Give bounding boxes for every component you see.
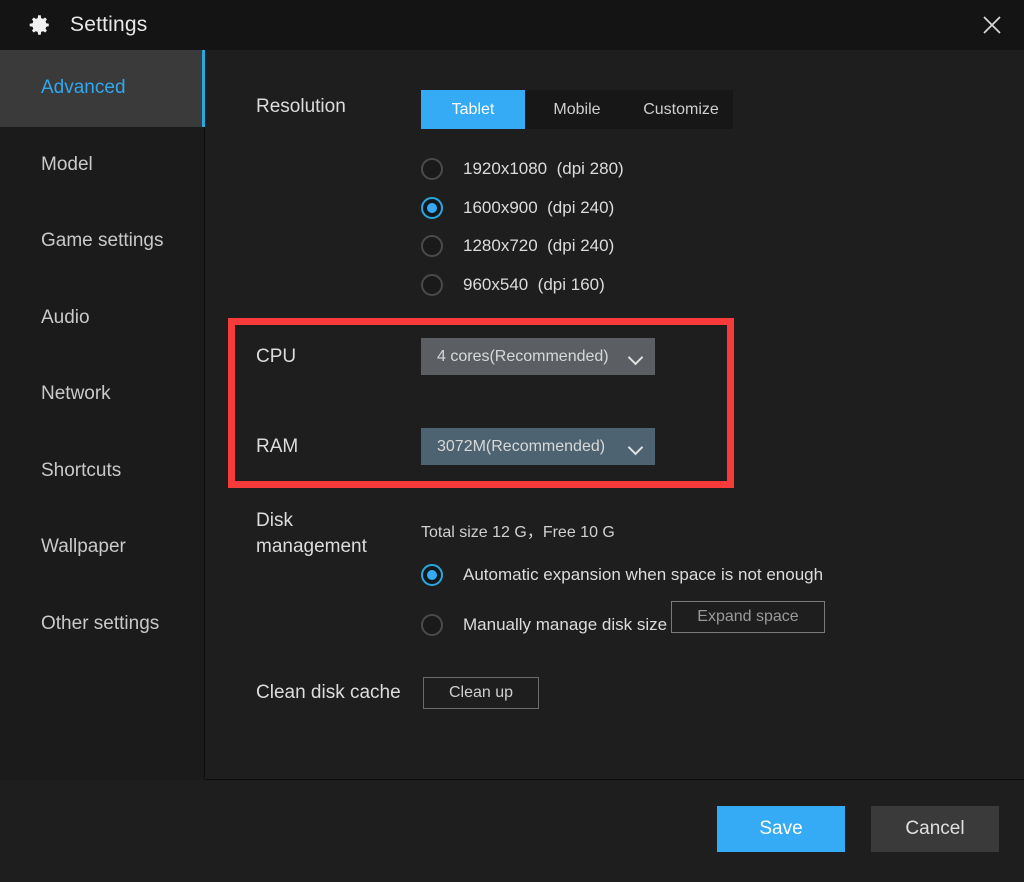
expand-space-button[interactable]: Expand space — [671, 601, 825, 633]
disk-label-line1: Disk — [256, 510, 293, 531]
resolution-option-1920x1080[interactable]: 1920x1080 (dpi 280) — [421, 150, 624, 189]
sidebar-item-model[interactable]: Model — [0, 127, 204, 204]
resolution-options: 1920x1080 (dpi 280) 1600x900 (dpi 240) 1… — [421, 150, 624, 304]
resolution-option-960x540[interactable]: 960x540 (dpi 160) — [421, 266, 624, 305]
resolution-option-1600x900[interactable]: 1600x900 (dpi 240) — [421, 189, 624, 228]
sidebar-item-audio[interactable]: Audio — [0, 280, 204, 357]
clean-cache-label-wrap: Clean disk cache — [256, 680, 401, 706]
sidebar-item-wallpaper[interactable]: Wallpaper — [0, 509, 204, 586]
clean-up-label: Clean up — [448, 684, 514, 701]
radio-selected-icon — [421, 564, 443, 587]
radio-icon — [421, 273, 443, 296]
disk-label-wrap: Disk management — [256, 508, 367, 560]
sidebar-item-other-settings[interactable]: Other settings — [0, 586, 204, 663]
chevron-down-icon — [629, 350, 643, 364]
sidebar-item-label: Model — [41, 153, 93, 175]
disk-option-manual[interactable]: Manually manage disk size — [421, 606, 667, 645]
chevron-down-icon — [629, 440, 643, 454]
sidebar: Advanced Model Game settings Audio Netwo… — [0, 50, 205, 780]
ram-select-value: 3072M(Recommended) — [437, 437, 606, 455]
disk-option-label: Automatic expansion when space is not en… — [463, 565, 824, 585]
tab-label: Mobile — [553, 100, 601, 118]
ram-label: RAM — [256, 436, 299, 457]
resolution-label: Resolution — [256, 96, 346, 117]
ram-label-wrap: RAM — [256, 434, 298, 460]
disk-label-line2: management — [256, 536, 367, 557]
sidebar-item-label: Game settings — [41, 230, 164, 252]
sidebar-item-advanced[interactable]: Advanced — [0, 50, 205, 127]
cancel-label: Cancel — [905, 818, 965, 839]
sidebar-item-shortcuts[interactable]: Shortcuts — [0, 433, 204, 510]
sidebar-item-label: Other settings — [41, 612, 160, 634]
settings-content: Resolution Tablet Mobile Customize 1920x… — [206, 50, 1024, 780]
save-button[interactable]: Save — [717, 806, 845, 852]
cpu-label: CPU — [256, 346, 297, 367]
tab-customize[interactable]: Customize — [629, 90, 733, 129]
radio-icon — [421, 614, 443, 637]
sidebar-item-game-settings[interactable]: Game settings — [0, 203, 204, 280]
cpu-select-value: 4 cores(Recommended) — [437, 347, 609, 365]
resolution-option-label: 1600x900 (dpi 240) — [463, 197, 615, 217]
tab-label: Tablet — [451, 100, 495, 118]
save-label: Save — [759, 818, 803, 839]
resolution-option-1280x720[interactable]: 1280x720 (dpi 240) — [421, 227, 624, 266]
cancel-button[interactable]: Cancel — [871, 806, 999, 852]
sidebar-item-label: Network — [41, 383, 111, 405]
tab-label: Customize — [643, 100, 719, 118]
resolution-tabbar: Tablet Mobile Customize — [421, 90, 733, 129]
resolution-option-label: 1920x1080 (dpi 280) — [463, 159, 624, 179]
disk-option-automatic[interactable]: Automatic expansion when space is not en… — [421, 556, 823, 595]
disk-size-info: Total size 12 G，Free 10 G — [421, 524, 615, 541]
resolution-label-wrap: Resolution — [256, 94, 346, 120]
ram-select[interactable]: 3072M(Recommended) — [421, 428, 655, 465]
cpu-select[interactable]: 4 cores(Recommended) — [421, 338, 655, 375]
disk-option-label: Manually manage disk size — [463, 615, 668, 635]
sidebar-item-label: Advanced — [41, 77, 126, 99]
resolution-option-label: 1280x720 (dpi 240) — [463, 236, 615, 256]
cpu-label-wrap: CPU — [256, 344, 296, 370]
title-bar: Settings — [0, 0, 1024, 50]
resolution-option-label: 960x540 (dpi 160) — [463, 274, 605, 294]
footer-bar: Save Cancel — [0, 781, 1024, 882]
tab-tablet[interactable]: Tablet — [421, 90, 525, 129]
sidebar-item-label: Wallpaper — [41, 536, 126, 558]
tab-mobile[interactable]: Mobile — [525, 90, 629, 129]
gear-icon — [24, 10, 54, 40]
sidebar-item-label: Shortcuts — [41, 459, 122, 481]
radio-icon — [421, 158, 443, 181]
radio-selected-icon — [421, 196, 443, 219]
window-title: Settings — [70, 13, 148, 36]
sidebar-item-network[interactable]: Network — [0, 356, 204, 433]
settings-window: Settings Advanced Model Game settings Au… — [0, 0, 1024, 882]
sidebar-item-label: Audio — [41, 306, 90, 328]
expand-space-label: Expand space — [697, 608, 799, 625]
radio-icon — [421, 235, 443, 258]
clean-cache-label: Clean disk cache — [256, 682, 401, 703]
close-icon[interactable] — [966, 4, 1018, 46]
clean-up-button[interactable]: Clean up — [423, 677, 539, 709]
